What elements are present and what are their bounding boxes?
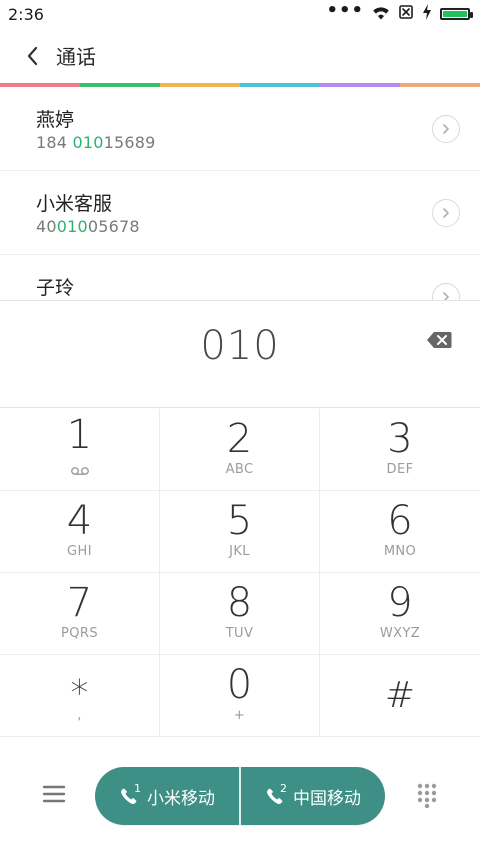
key-3[interactable]: 3 DEF [320, 409, 480, 491]
number-match: 010 [72, 133, 104, 152]
list-item[interactable]: 子玲 [0, 255, 480, 301]
backspace-button[interactable] [426, 331, 452, 349]
bottom-call-bar: 1 小米移动 2 中国移动 [0, 739, 480, 853]
more-dots-icon: ••• [326, 0, 364, 21]
sim-disabled-icon [398, 4, 414, 24]
key-1[interactable]: 1 [0, 409, 160, 491]
status-bar: 2:36 ••• [0, 0, 480, 28]
key-letters: WXYZ [379, 625, 421, 641]
back-button[interactable] [18, 41, 48, 71]
dialpad-icon [417, 783, 437, 809]
number-suffix: 15689 [103, 133, 156, 152]
key-letters: MNO [383, 543, 417, 559]
call-sim2-button[interactable]: 2 中国移动 [239, 767, 385, 825]
chevron-right-icon [443, 124, 449, 134]
dial-number-display[interactable]: 010 [0, 323, 480, 369]
key-8[interactable]: 8 TUV [160, 573, 320, 655]
list-item[interactable]: 燕婷 184 01015689 [0, 87, 480, 171]
key-letters: DEF [386, 461, 414, 477]
key-7[interactable]: 7 PQRS [0, 573, 160, 655]
key-digit: 2 [226, 415, 253, 462]
app-header: 通话 [0, 28, 480, 83]
dialpad-toggle-button[interactable] [416, 782, 438, 809]
details-button[interactable] [432, 283, 460, 301]
key-letters: GHI [67, 543, 92, 559]
voicemail-icon [69, 461, 91, 480]
status-icons: ••• [326, 0, 473, 24]
call-sim1-label: 小米移动 [147, 788, 215, 809]
key-letters: + [233, 707, 246, 723]
menu-button[interactable] [42, 784, 66, 804]
back-arrow-icon [27, 46, 38, 65]
key-digit: 3 [387, 415, 413, 462]
contact-name: 燕婷 [36, 109, 75, 131]
call-buttons: 1 小米移动 2 中国移动 [95, 767, 385, 825]
key-digit: 6 [387, 497, 413, 544]
battery-icon [440, 8, 473, 20]
battery-fill [443, 11, 467, 17]
sim1-number: 1 [134, 782, 141, 795]
key-letters: PQRS [61, 625, 98, 641]
key-letters: ABC [225, 461, 254, 477]
key-digit: 9 [387, 579, 413, 626]
key-4[interactable]: 4 GHI [0, 491, 160, 573]
key-5[interactable]: 5 JKL [160, 491, 320, 573]
menu-icon [42, 785, 66, 803]
key-digit: 8 [226, 579, 253, 626]
number-prefix: 40 [36, 217, 57, 236]
number-match: 010 [56, 217, 88, 236]
details-button[interactable] [432, 199, 460, 227]
key-2[interactable]: 2 ABC [160, 409, 320, 491]
contact-name: 子玲 [36, 277, 75, 299]
key-digit: 1 [66, 412, 93, 458]
key-star[interactable]: ∗ , [0, 655, 160, 737]
dial-keypad: 1 2 ABC 3 DEF 4 GHI 5 JKL 6 MNO 7 PQRS 8… [0, 409, 480, 739]
dial-input-area: 010 [0, 300, 480, 408]
key-digit: 4 [66, 497, 93, 544]
key-letters: , [77, 707, 82, 723]
status-time: 2:36 [8, 4, 44, 24]
key-letters: JKL [229, 543, 250, 559]
key-6[interactable]: 6 MNO [320, 491, 480, 573]
key-digit: ∗ [68, 665, 91, 707]
backspace-icon [427, 332, 452, 348]
number-prefix: 184 [36, 133, 73, 152]
key-digit: 5 [226, 497, 253, 544]
number-suffix: 05678 [87, 217, 140, 236]
phone-sim2-icon: 2 [265, 782, 287, 806]
key-digit: 0 [226, 661, 253, 708]
search-results-list[interactable]: 燕婷 184 01015689 小米客服 4001005678 子玲 [0, 87, 480, 301]
key-hash[interactable]: # [320, 655, 480, 737]
contact-number: 4001005678 [36, 217, 140, 236]
key-9[interactable]: 9 WXYZ [320, 573, 480, 655]
phone-sim1-icon: 1 [119, 782, 141, 806]
key-0[interactable]: 0 + [160, 655, 320, 737]
key-digit: 7 [66, 579, 93, 626]
sim2-number: 2 [280, 782, 287, 795]
page-title: 通话 [56, 45, 96, 69]
wifi-icon [372, 5, 390, 24]
key-letters: TUV [225, 625, 254, 641]
contact-name: 小米客服 [36, 193, 113, 215]
list-item[interactable]: 小米客服 4001005678 [0, 171, 480, 255]
details-button[interactable] [432, 115, 460, 143]
contact-number: 184 01015689 [36, 133, 155, 152]
call-sim1-button[interactable]: 1 小米移动 [95, 767, 239, 825]
chevron-right-icon [443, 208, 449, 218]
key-digit: # [384, 674, 416, 716]
call-sim2-label: 中国移动 [293, 788, 361, 809]
charging-icon [422, 4, 432, 24]
